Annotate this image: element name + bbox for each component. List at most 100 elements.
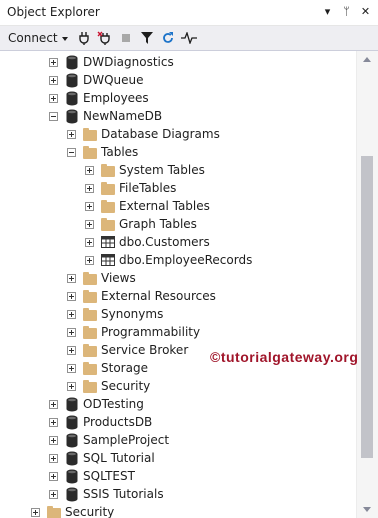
tree-node-label: Database Diagrams [101, 127, 220, 141]
connect-plug-icon[interactable] [74, 28, 95, 48]
tree-node-label: dbo.EmployeeRecords [119, 253, 253, 267]
tree-node-label: Security [101, 379, 151, 393]
tree-node-label: FileTables [119, 181, 177, 195]
vertical-scrollbar[interactable] [356, 51, 378, 518]
tree-node-label: ODTesting [83, 397, 144, 411]
tree-node[interactable]: NewNameDB [0, 107, 356, 125]
expand-icon[interactable] [49, 453, 58, 463]
expand-icon[interactable] [67, 327, 76, 337]
table-icon [100, 234, 116, 250]
expand-icon[interactable] [49, 93, 58, 103]
tree-node-label: ProductsDB [83, 415, 153, 429]
tree-node[interactable]: Programmability [0, 323, 356, 341]
tree-node-label: Storage [101, 361, 148, 375]
expand-icon[interactable] [85, 219, 94, 229]
tree-node-label: DWQueue [83, 73, 144, 87]
tree-node[interactable]: External Tables [0, 197, 356, 215]
tree-node[interactable]: External Resources [0, 287, 356, 305]
folder-icon [82, 360, 98, 376]
database-icon [64, 54, 80, 70]
tree-node-label: Programmability [101, 325, 201, 339]
collapse-icon[interactable] [67, 147, 76, 157]
expand-icon[interactable] [67, 129, 76, 139]
tree-node[interactable]: dbo.Customers [0, 233, 356, 251]
object-explorer-tree[interactable]: DWDiagnostics DWQueue Employees NewNameDB Da… [0, 51, 356, 518]
tree-node[interactable]: SampleProject [0, 431, 356, 449]
folder-icon [100, 180, 116, 196]
tree-node[interactable]: SSIS Tutorials [0, 485, 356, 503]
tree-node-label: SQL Tutorial [83, 451, 155, 465]
tree-node[interactable]: Database Diagrams [0, 125, 356, 143]
tree-node-label: Graph Tables [119, 217, 197, 231]
expand-icon[interactable] [67, 291, 76, 301]
expand-icon[interactable] [85, 165, 94, 175]
expand-icon[interactable] [49, 399, 58, 409]
expand-icon[interactable] [67, 309, 76, 319]
folder-icon [100, 216, 116, 232]
expand-icon[interactable] [49, 57, 58, 67]
folder-icon [82, 270, 98, 286]
tree-node-label: Service Broker [101, 343, 189, 357]
folder-icon [82, 306, 98, 322]
tree-node[interactable]: ProductsDB [0, 413, 356, 431]
tree-node-label: Views [101, 271, 136, 285]
window-position-dropdown-icon[interactable]: ▾ [319, 3, 336, 21]
tree-node[interactable]: DWQueue [0, 71, 356, 89]
tree-node[interactable]: Security [0, 503, 356, 518]
database-icon [64, 396, 80, 412]
tree-node[interactable]: Employees [0, 89, 356, 107]
tree-node-label: Tables [101, 145, 139, 159]
tree-node-label: Security [65, 505, 115, 518]
tree-node[interactable]: ODTesting [0, 395, 356, 413]
expand-icon[interactable] [85, 201, 94, 211]
tree-node-label: External Tables [119, 199, 210, 213]
expand-icon[interactable] [49, 435, 58, 445]
tree-node[interactable]: SQLTEST [0, 467, 356, 485]
expand-icon[interactable] [49, 75, 58, 85]
activity-monitor-icon[interactable] [179, 28, 200, 48]
tree-node[interactable]: FileTables [0, 179, 356, 197]
folder-icon [82, 342, 98, 358]
tree-node[interactable]: Graph Tables [0, 215, 356, 233]
tree-node[interactable]: System Tables [0, 161, 356, 179]
folder-icon [82, 324, 98, 340]
stop-icon[interactable] [116, 28, 137, 48]
tree-node[interactable]: Tables [0, 143, 356, 161]
expand-icon[interactable] [67, 273, 76, 283]
close-icon[interactable]: ✕ [357, 3, 374, 21]
database-icon [64, 72, 80, 88]
database-icon [64, 432, 80, 448]
expand-icon[interactable] [49, 489, 58, 499]
expand-icon[interactable] [31, 507, 40, 517]
database-icon [64, 468, 80, 484]
tree-node[interactable]: DWDiagnostics [0, 53, 356, 71]
auto-hide-pin-icon[interactable]: ᛘ [338, 3, 355, 21]
expand-icon[interactable] [67, 381, 76, 391]
expand-icon[interactable] [67, 363, 76, 373]
expand-icon[interactable] [67, 345, 76, 355]
connect-button[interactable]: Connect [8, 31, 74, 45]
scrollbar-thumb[interactable] [361, 156, 373, 458]
expand-icon[interactable] [85, 183, 94, 193]
tree-node[interactable]: Synonyms [0, 305, 356, 323]
folder-icon [100, 198, 116, 214]
tree-node[interactable]: dbo.EmployeeRecords [0, 251, 356, 269]
chevron-down-icon [61, 36, 68, 41]
tree-node-label: SampleProject [83, 433, 170, 447]
expand-icon[interactable] [49, 471, 58, 481]
tree-node[interactable]: Views [0, 269, 356, 287]
folder-icon [46, 504, 62, 518]
refresh-icon[interactable] [158, 28, 179, 48]
tree-node-label: Synonyms [101, 307, 164, 321]
tree-node-label: SQLTEST [83, 469, 135, 483]
scroll-up-icon[interactable] [363, 57, 371, 62]
scroll-down-icon[interactable] [363, 507, 371, 512]
expand-icon[interactable] [85, 237, 94, 247]
filter-icon[interactable] [137, 28, 158, 48]
disconnect-icon[interactable] [95, 28, 116, 48]
tree-node[interactable]: SQL Tutorial [0, 449, 356, 467]
collapse-icon[interactable] [49, 111, 58, 121]
expand-icon[interactable] [49, 417, 58, 427]
expand-icon[interactable] [85, 255, 94, 265]
tree-node[interactable]: Security [0, 377, 356, 395]
